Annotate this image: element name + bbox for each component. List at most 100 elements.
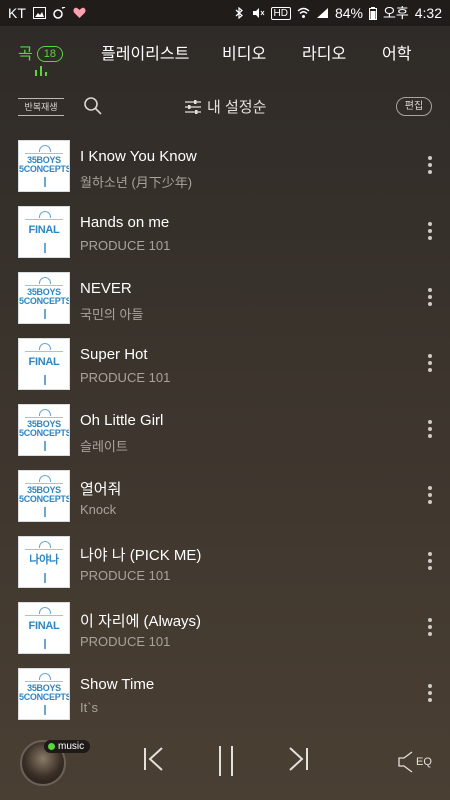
more-options-icon[interactable] <box>424 552 436 572</box>
song-title: Show Time <box>80 676 155 693</box>
song-artist: It`s <box>80 700 99 715</box>
repeat-button[interactable]: 반복재생 <box>18 98 64 116</box>
cover-divider <box>25 615 63 616</box>
tab-language[interactable]: 어학 <box>382 40 411 64</box>
cover-stem <box>44 573 46 583</box>
cover-text: 35BOYS 5CONCEPTS <box>19 419 70 438</box>
signal-icon <box>316 8 328 18</box>
sort-filter-icon <box>185 99 201 114</box>
song-row[interactable]: 35BOYS 5CONCEPTS I Know You Know 월하소년 (月下少… <box>0 130 450 196</box>
sort-button[interactable]: 내 설정순 <box>185 96 266 117</box>
cover-divider <box>25 285 63 286</box>
cover-text: 35BOYS 5CONCEPTS <box>19 287 70 306</box>
song-artist: PRODUCE 101 <box>80 370 171 385</box>
tab-bar: 곡 18 플레이리스트 비디오 라디오 어학 <box>0 26 450 84</box>
more-options-icon[interactable] <box>424 486 436 506</box>
more-options-icon[interactable] <box>424 618 436 638</box>
cover-emblem-icon <box>39 541 51 548</box>
sort-label: 내 설정순 <box>207 99 267 116</box>
tab-songs-label: 곡 <box>18 46 33 63</box>
cover-stem <box>44 177 46 187</box>
song-row[interactable]: FINAL 이 자리에 (Always) PRODUCE 101 <box>0 592 450 658</box>
song-row[interactable]: 나야나 나야 나 (PICK ME) PRODUCE 101 <box>0 526 450 592</box>
cover-emblem-icon <box>39 211 51 218</box>
song-artist: Knock <box>80 502 117 517</box>
cover-divider <box>25 153 63 154</box>
cover-text: FINAL <box>28 356 60 368</box>
album-cover: 35BOYS 5CONCEPTS <box>18 404 70 456</box>
pause-icon[interactable] <box>214 744 238 778</box>
next-track-icon[interactable] <box>286 746 310 772</box>
battery-icon <box>368 6 377 20</box>
more-options-icon[interactable] <box>424 420 436 440</box>
cover-text: FINAL <box>28 620 60 632</box>
eq-button[interactable]: EQ <box>398 750 432 774</box>
image-notification-icon <box>32 7 46 19</box>
speaker-icon <box>398 751 413 773</box>
cover-emblem-icon <box>39 277 51 284</box>
song-row[interactable]: FINAL Super Hot PRODUCE 101 <box>0 328 450 394</box>
status-bar: KT HD 84% 오후 4:32 <box>0 0 450 26</box>
hd-icon: HD <box>270 6 291 20</box>
mute-icon <box>252 8 264 18</box>
song-title: NEVER <box>80 280 132 297</box>
more-options-icon[interactable] <box>424 354 436 374</box>
cover-emblem-icon <box>39 475 51 482</box>
cover-divider <box>25 417 63 418</box>
clock: 4:32 <box>414 5 442 21</box>
tab-songs[interactable]: 곡 18 <box>18 40 63 64</box>
bluetooth-icon <box>235 7 243 19</box>
cover-text: 35BOYS 5CONCEPTS <box>19 683 70 702</box>
tab-playlists[interactable]: 플레이리스트 <box>101 40 189 64</box>
album-cover: 나야나 <box>18 536 70 588</box>
cover-emblem-icon <box>39 607 51 614</box>
song-row[interactable]: 35BOYS 5CONCEPTS NEVER 국민의 아들 <box>0 262 450 328</box>
cover-text: 35BOYS 5CONCEPTS <box>19 155 70 174</box>
more-options-icon[interactable] <box>424 288 436 308</box>
edit-button[interactable]: 편집 <box>396 97 432 116</box>
album-cover: 35BOYS 5CONCEPTS <box>18 470 70 522</box>
tab-radio[interactable]: 라디오 <box>302 40 346 64</box>
song-row[interactable]: FINAL Hands on me PRODUCE 101 <box>0 196 450 262</box>
song-row[interactable]: 35BOYS 5CONCEPTS Oh Little Girl 슬레이트 <box>0 394 450 460</box>
song-title: 열어줘 <box>80 481 122 498</box>
song-title: Hands on me <box>80 214 170 231</box>
cover-emblem-icon <box>39 145 51 152</box>
album-cover: 35BOYS 5CONCEPTS <box>18 272 70 324</box>
cover-emblem-icon <box>39 673 51 680</box>
album-cover: 35BOYS 5CONCEPTS <box>18 140 70 192</box>
song-artist: 월하소년 (月下少年) <box>80 175 193 190</box>
cover-stem <box>44 441 46 451</box>
ampm-label: 오후 <box>382 5 409 21</box>
album-cover: FINAL <box>18 206 70 258</box>
tab-video[interactable]: 비디오 <box>222 40 266 64</box>
search-icon[interactable] <box>83 96 103 116</box>
cover-emblem-icon <box>39 343 51 350</box>
song-row[interactable]: 35BOYS 5CONCEPTS 열어줘 Knock <box>0 460 450 526</box>
cover-divider <box>25 351 63 352</box>
more-options-icon[interactable] <box>424 156 436 176</box>
album-cover: FINAL <box>18 338 70 390</box>
album-cover: FINAL <box>18 602 70 654</box>
more-options-icon[interactable] <box>424 684 436 704</box>
cover-stem <box>44 243 46 253</box>
song-artist: PRODUCE 101 <box>80 568 171 583</box>
heart-notification-icon <box>73 7 86 18</box>
previous-track-icon[interactable] <box>142 746 166 772</box>
song-artist: PRODUCE 101 <box>80 634 171 649</box>
cover-text: 35BOYS 5CONCEPTS <box>19 485 70 504</box>
wifi-icon <box>297 7 310 18</box>
song-row[interactable]: 35BOYS 5CONCEPTS Show Time It`s <box>0 658 450 724</box>
cover-divider <box>25 219 63 220</box>
mini-player: music EQ <box>0 730 450 800</box>
more-options-icon[interactable] <box>424 222 436 242</box>
cover-divider <box>25 681 63 682</box>
cover-emblem-icon <box>39 409 51 416</box>
cover-text: FINAL <box>28 224 60 236</box>
eq-label: EQ <box>416 756 432 768</box>
cover-stem <box>44 375 46 385</box>
song-count-badge: 18 <box>36 46 63 62</box>
cover-text: 나야나 <box>29 554 59 566</box>
cover-stem <box>44 639 46 649</box>
now-playing-indicator-icon <box>35 66 49 76</box>
